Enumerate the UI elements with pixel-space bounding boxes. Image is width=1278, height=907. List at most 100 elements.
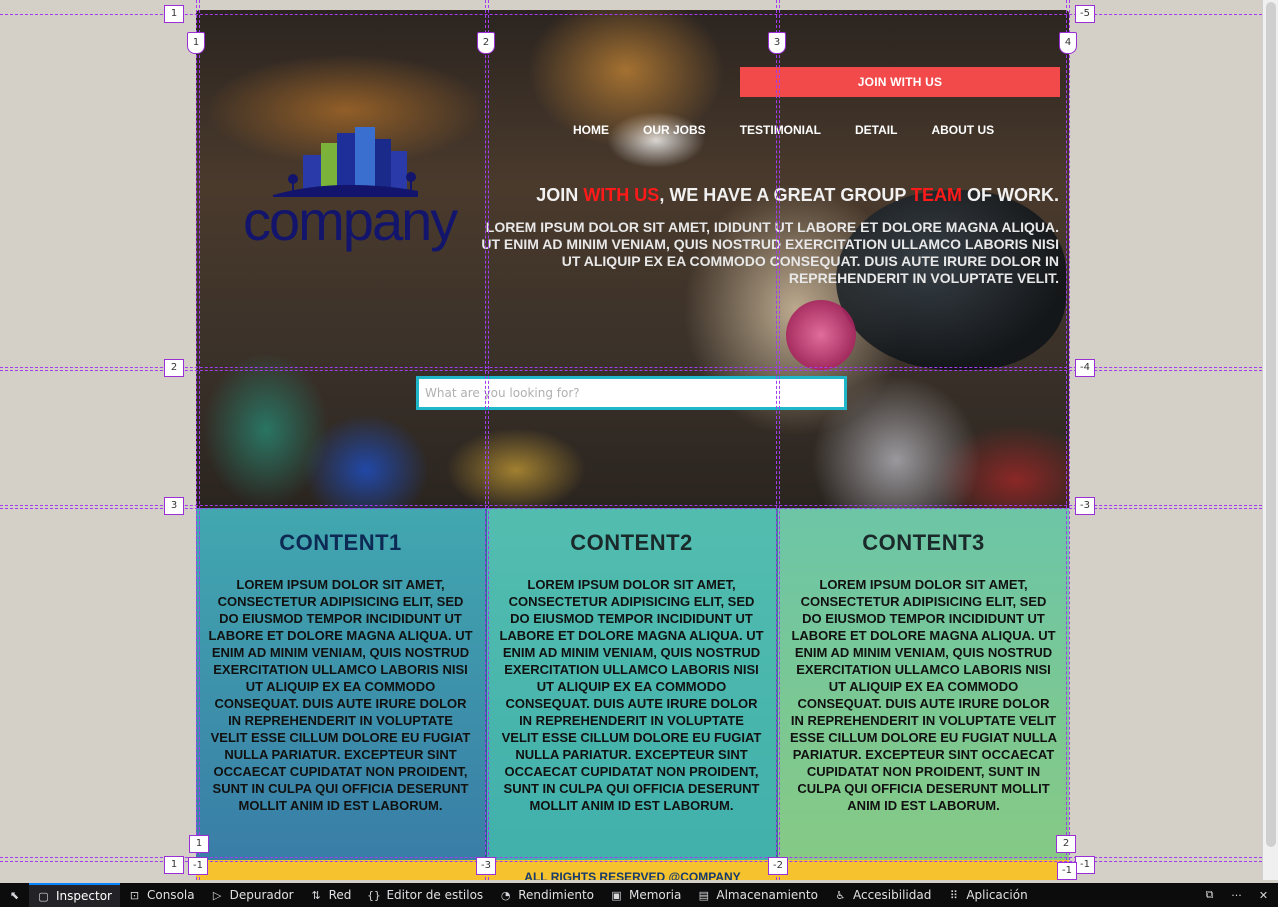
headline-highlight: TEAM	[911, 185, 962, 205]
tab-network[interactable]: ⇅ Red	[302, 883, 360, 907]
content-text: LOREM IPSUM DOLOR SIT AMET, CONSECTETUR …	[208, 577, 473, 813]
grid-line	[199, 0, 200, 880]
tab-performance[interactable]: ◔ Rendimiento	[491, 883, 602, 907]
content-box-2: CONTENT2 LOREM IPSUM DOLOR SIT AMET, CON…	[487, 508, 778, 860]
tab-console[interactable]: ⊡ Consola	[120, 883, 203, 907]
tab-label: Consola	[146, 888, 195, 902]
grid-line	[776, 0, 777, 880]
company-logo[interactable]: company	[243, 125, 458, 260]
hero-headline: JOIN WITH US, WE HAVE A GREAT GROUP TEAM…	[486, 185, 1059, 206]
grid-row-marker: 2	[164, 359, 184, 377]
scrollbar-thumb[interactable]	[1266, 2, 1276, 847]
tab-accessibility[interactable]: ♿ Accesibilidad	[826, 883, 939, 907]
grid-col-marker: 3	[768, 32, 786, 54]
tab-label: Inspector	[56, 889, 112, 903]
grid-row-marker: -1	[1075, 856, 1095, 874]
logo-wordmark: company	[243, 189, 458, 252]
content-boxes: CONTENT1 LOREM IPSUM DOLOR SIT AMET, CON…	[196, 508, 1069, 860]
grid-row-marker: -4	[1075, 359, 1095, 377]
content-box-1: CONTENT1 LOREM IPSUM DOLOR SIT AMET, CON…	[196, 508, 487, 860]
style-editor-icon: {}	[366, 888, 381, 902]
tab-label: Accesibilidad	[852, 888, 932, 902]
accessibility-icon: ♿	[835, 888, 846, 902]
grid-line	[0, 367, 1262, 368]
nav-detail[interactable]: DETAIL	[838, 123, 914, 137]
tab-debugger[interactable]: ▷ Depurador	[203, 883, 302, 907]
tab-label: Memoria	[628, 888, 682, 902]
tab-label: Red	[328, 888, 352, 902]
footer: ALL RIGHTS RESERVED @COMPANY	[196, 860, 1069, 880]
grid-col-marker: 4	[1059, 32, 1077, 54]
headline-highlight: WITH US	[583, 185, 660, 205]
nav-testimonial[interactable]: TESTIMONIAL	[723, 123, 838, 137]
footer-text: ALL RIGHTS RESERVED @COMPANY	[524, 870, 741, 880]
tab-label: Aplicación	[966, 888, 1028, 902]
grid-col-marker: -1	[1057, 862, 1077, 880]
grid-line	[485, 0, 486, 880]
debugger-icon: ▷	[212, 888, 222, 902]
main-nav: HOME OUR JOBS TESTIMONIAL DETAIL ABOUT U…	[556, 123, 1011, 137]
grid-col-marker: -1	[188, 857, 208, 875]
headline-part: JOIN	[536, 185, 584, 205]
grid-col-marker: -2	[768, 857, 788, 875]
tab-memory[interactable]: ▣ Memoria	[602, 883, 689, 907]
grid-row-marker: 1	[164, 856, 184, 874]
inspector-icon: ▢	[38, 889, 49, 903]
page-scrollbar[interactable]	[1262, 0, 1278, 880]
grid-col-marker: 2	[477, 32, 495, 54]
content-box-3: CONTENT3 LOREM IPSUM DOLOR SIT AMET, CON…	[778, 508, 1069, 860]
headline-part: OF WORK.	[962, 185, 1059, 205]
more-options-icon[interactable]: ···	[1230, 889, 1243, 902]
grid-col-marker: 2	[1056, 835, 1076, 853]
element-picker-button[interactable]: ⬉	[0, 883, 29, 907]
application-icon: ⠿	[949, 888, 958, 902]
content-title: CONTENT1	[279, 530, 402, 555]
grid-row-marker: 1	[164, 5, 184, 23]
grid-line	[1069, 0, 1070, 880]
grid-row-marker: 3	[164, 497, 184, 515]
hero-lead-text: LOREM IPSUM DOLOR SIT AMET, IDIDUNT UT L…	[481, 219, 1059, 286]
grid-row-marker: -3	[1075, 497, 1095, 515]
grid-line	[0, 370, 1262, 371]
nav-home[interactable]: HOME	[556, 123, 626, 137]
tab-label: Rendimiento	[518, 888, 594, 902]
tab-style-editor[interactable]: {} Editor de estilos	[359, 883, 491, 907]
nav-about-us[interactable]: ABOUT US	[914, 123, 1011, 137]
content-text: LOREM IPSUM DOLOR SIT AMET, CONSECTETUR …	[499, 577, 764, 813]
grid-col-marker: -3	[476, 857, 496, 875]
console-icon: ⊡	[129, 888, 140, 902]
memory-icon: ▣	[611, 888, 622, 902]
grid-line	[779, 0, 780, 880]
storage-icon: ▤	[698, 888, 710, 902]
grid-line	[0, 14, 1262, 15]
search-input[interactable]	[416, 376, 847, 410]
content-text: LOREM IPSUM DOLOR SIT AMET, CONSECTETUR …	[790, 577, 1057, 813]
tab-inspector[interactable]: ▢ Inspector	[29, 883, 120, 907]
join-with-us-button[interactable]: JOIN WITH US	[740, 67, 1060, 97]
tab-storage[interactable]: ▤ Almacenamiento	[689, 883, 826, 907]
tab-label: Almacenamiento	[716, 888, 818, 902]
content-title: CONTENT3	[862, 530, 985, 555]
close-icon[interactable]: ✕	[1257, 889, 1270, 902]
content-title: CONTENT2	[570, 530, 693, 555]
grid-line	[0, 505, 1262, 506]
network-icon: ⇅	[311, 888, 321, 902]
grid-col-marker: 1	[187, 32, 205, 54]
tab-application[interactable]: ⠿ Aplicación	[939, 883, 1035, 907]
nav-our-jobs[interactable]: OUR JOBS	[626, 123, 723, 137]
tab-label: Editor de estilos	[386, 888, 484, 902]
picker-icon: ⬉	[9, 888, 20, 902]
grid-line	[488, 0, 489, 880]
grid-col-marker: 1	[189, 835, 209, 853]
devtools-toolbar: ⬉ ▢ Inspector ⊡ Consola ▷ Depurador ⇅ Re…	[0, 883, 1278, 907]
headline-part: , WE HAVE A GREAT GROUP	[659, 185, 911, 205]
tab-label: Depurador	[229, 888, 294, 902]
devtools-right-controls: ⧉ ··· ✕	[1203, 888, 1278, 902]
respirator-shape	[786, 300, 856, 370]
grid-line	[1066, 0, 1067, 880]
grid-row-marker: -5	[1075, 5, 1095, 23]
website-frame: JOIN WITH US HOME OUR JOBS TESTIMONIAL D…	[196, 10, 1069, 880]
grid-line	[196, 0, 197, 880]
performance-icon: ◔	[500, 888, 511, 902]
dock-icon[interactable]: ⧉	[1203, 888, 1216, 902]
